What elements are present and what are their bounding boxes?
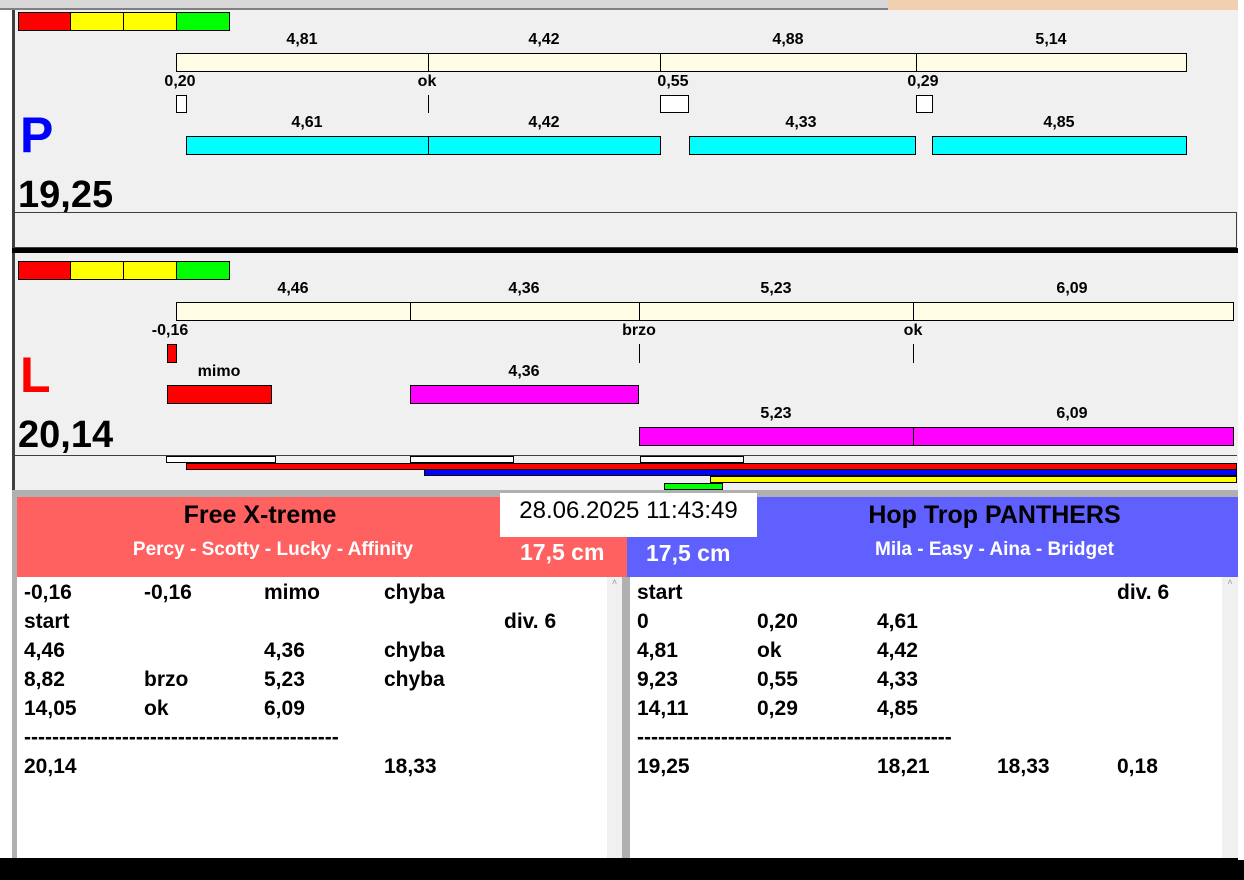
l-row2-label: mimo <box>197 363 241 380</box>
l-top-label: 6,09 <box>1056 280 1088 297</box>
l-letter: L <box>20 347 51 403</box>
l-row3-label: 5,23 <box>760 405 792 422</box>
list-cell: 4,36 <box>264 639 305 662</box>
list-cell: 5,23 <box>264 668 305 691</box>
list-cell: div. 6 <box>504 610 557 633</box>
datetime: 28.06.2025 11:43:49 <box>500 493 757 537</box>
right-team-height: 17,5 cm <box>646 540 731 566</box>
left-team-name: Free X-treme <box>183 501 337 529</box>
l-mid-label: -0,16 <box>151 322 189 339</box>
p-total: 19,25 <box>18 174 114 216</box>
p-mid-label: 0,55 <box>657 73 689 90</box>
list-cell: 0,29 <box>757 697 798 720</box>
list-cell: 18,21 <box>877 755 930 778</box>
list-cell: -0,16 <box>24 581 72 604</box>
list-cell: div. 6 <box>1117 581 1170 604</box>
list-cell: 14,05 <box>24 697 77 720</box>
l-run-bar <box>639 427 1234 446</box>
tab-strip <box>0 0 888 10</box>
p-track <box>176 53 1187 72</box>
right-scrollbar[interactable]: ˄ <box>1222 577 1238 858</box>
list-cell: 0,20 <box>757 610 798 633</box>
color-legend <box>18 261 230 280</box>
progress-blue <box>424 469 1237 476</box>
list-cell: 4,42 <box>877 639 918 662</box>
l-track <box>176 302 1234 321</box>
color-legend <box>18 12 230 31</box>
p-letter: P <box>20 107 54 163</box>
list-cell: 4,33 <box>877 668 918 691</box>
p-bottom-label: 4,33 <box>785 114 817 131</box>
p-mid-label: ok <box>417 73 437 90</box>
right-result-list: start div. 6 0 0,20 4,61 4,81 ok 4,42 9,23 0,55 4,… <box>630 577 1222 858</box>
list-cell: 14,11 <box>637 697 689 720</box>
p-mid-label: 0,29 <box>907 73 939 90</box>
list-cell: 4,85 <box>877 697 918 720</box>
right-team-dogs: Mila - Easy - Aina - Bridget <box>875 539 1114 560</box>
l-top-label: 4,36 <box>508 280 540 297</box>
list-cell: chyba <box>384 668 445 691</box>
list-cell: 6,09 <box>264 697 305 720</box>
l-top-label: 5,23 <box>760 280 792 297</box>
left-scrollbar[interactable]: ˄ <box>607 577 622 858</box>
list-cell: 4,81 <box>637 639 678 662</box>
list-cell: chyba <box>384 639 445 662</box>
l-row2-label: 4,36 <box>508 363 540 380</box>
p-top-label: 4,81 <box>286 31 318 48</box>
list-cell: -0,16 <box>144 581 192 604</box>
list-cell: 8,82 <box>24 668 65 691</box>
l-mid-label: brzo <box>622 322 656 339</box>
p-run-bar <box>186 136 661 155</box>
list-cell: chyba <box>384 581 445 604</box>
list-cell: 9,23 <box>637 668 678 691</box>
list-cell: brzo <box>144 668 189 691</box>
progress-green <box>664 483 723 490</box>
list-cell: 20,14 <box>24 755 77 778</box>
p-run-bar <box>932 136 1187 155</box>
p-top-label: 4,88 <box>772 31 804 48</box>
list-cell: 4,46 <box>24 639 65 662</box>
list-cell: 18,33 <box>384 755 437 778</box>
left-result-list: -0,16 -0,16 mimo chyba start div. 6 4,46 4,36 ch… <box>17 577 607 858</box>
left-team-dogs: Percy - Scotty - Lucky - Affinity <box>132 539 414 560</box>
list-cell: ----------------------------------------… <box>24 726 339 749</box>
list-cell: 0 <box>637 610 649 633</box>
p-run-bar <box>689 136 916 155</box>
p-bottom-label: 4,42 <box>528 114 560 131</box>
progress-yellow <box>710 476 1237 483</box>
l-run-bar <box>167 385 272 404</box>
list-cell: 18,33 <box>997 755 1050 778</box>
list-cell: 0,55 <box>757 668 798 691</box>
p-bottom-label: 4,61 <box>291 114 323 131</box>
list-cell: mimo <box>264 581 321 604</box>
list-cell: 19,25 <box>637 755 690 778</box>
list-cell: ok <box>144 697 169 720</box>
list-cell: 0,18 <box>1117 755 1158 778</box>
list-cell: 4,61 <box>877 610 918 633</box>
p-progress-box <box>14 212 1237 248</box>
list-cell: start <box>637 581 683 604</box>
p-bottom-label: 4,85 <box>1043 114 1075 131</box>
l-run-bar <box>410 385 639 404</box>
p-mid-label: 0,20 <box>164 73 196 90</box>
l-top-label: 4,46 <box>277 280 309 297</box>
p-top-label: 5,14 <box>1035 31 1067 48</box>
l-mid-label: ok <box>903 322 923 339</box>
list-cell: start <box>24 610 70 633</box>
left-team-height: 17,5 cm <box>520 539 605 565</box>
list-cell: ----------------------------------------… <box>637 726 952 749</box>
l-total: 20,14 <box>18 414 114 456</box>
l-row3-label: 6,09 <box>1056 405 1088 422</box>
p-top-label: 4,42 <box>528 31 560 48</box>
list-cell: ok <box>757 639 782 662</box>
right-team-name: Hop Trop PANTHERS <box>868 501 1121 529</box>
